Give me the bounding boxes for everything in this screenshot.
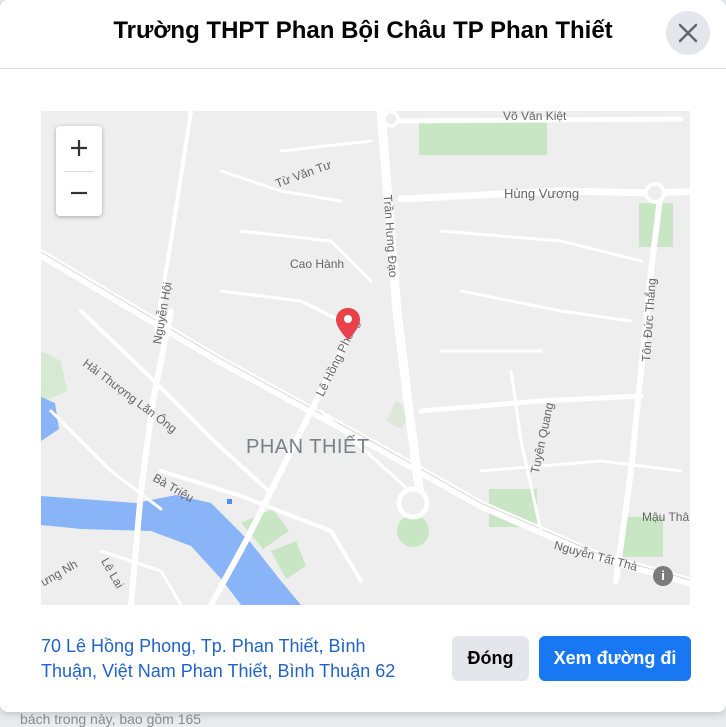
minus-icon [71, 191, 87, 195]
background-text: bách trong này, bao gồm 165 [20, 711, 202, 727]
map-view[interactable]: Võ Văn Kiệt Từ Văn Tư Hùng Vương Trần Hư… [41, 111, 690, 605]
address-link[interactable]: 70 Lê Hồng Phong, Tp. Phan Thiết, Bình T… [41, 634, 421, 684]
map-pin-icon[interactable] [335, 307, 361, 341]
city-label: PHAN THIẾT [246, 436, 370, 458]
close-dialog-button[interactable]: Đóng [452, 636, 529, 681]
dialog-title: Trường THPT Phan Bội Châu TP Phan Thiết [113, 17, 613, 44]
zoom-control [56, 126, 102, 216]
close-button[interactable] [666, 11, 710, 55]
info-icon[interactable]: i [653, 566, 673, 586]
street-label-hung-vuong: Hùng Vương [504, 186, 580, 201]
street-label-cao-hanh: Cao Hành [290, 257, 345, 271]
plus-icon [71, 140, 87, 156]
map-dialog: Trường THPT Phan Bội Châu TP Phan Thiết [0, 0, 726, 712]
zoom-out-button[interactable] [56, 171, 102, 216]
street-label-vo-van-kiet: Võ Văn Kiệt [503, 111, 567, 123]
close-icon [678, 23, 698, 43]
zoom-in-button[interactable] [56, 126, 102, 171]
street-label-mau-than: Mậu Thâ [642, 510, 690, 524]
directions-button[interactable]: Xem đường đi [539, 636, 691, 681]
dialog-header: Trường THPT Phan Bội Châu TP Phan Thiết [0, 0, 726, 69]
map-base [41, 111, 690, 605]
